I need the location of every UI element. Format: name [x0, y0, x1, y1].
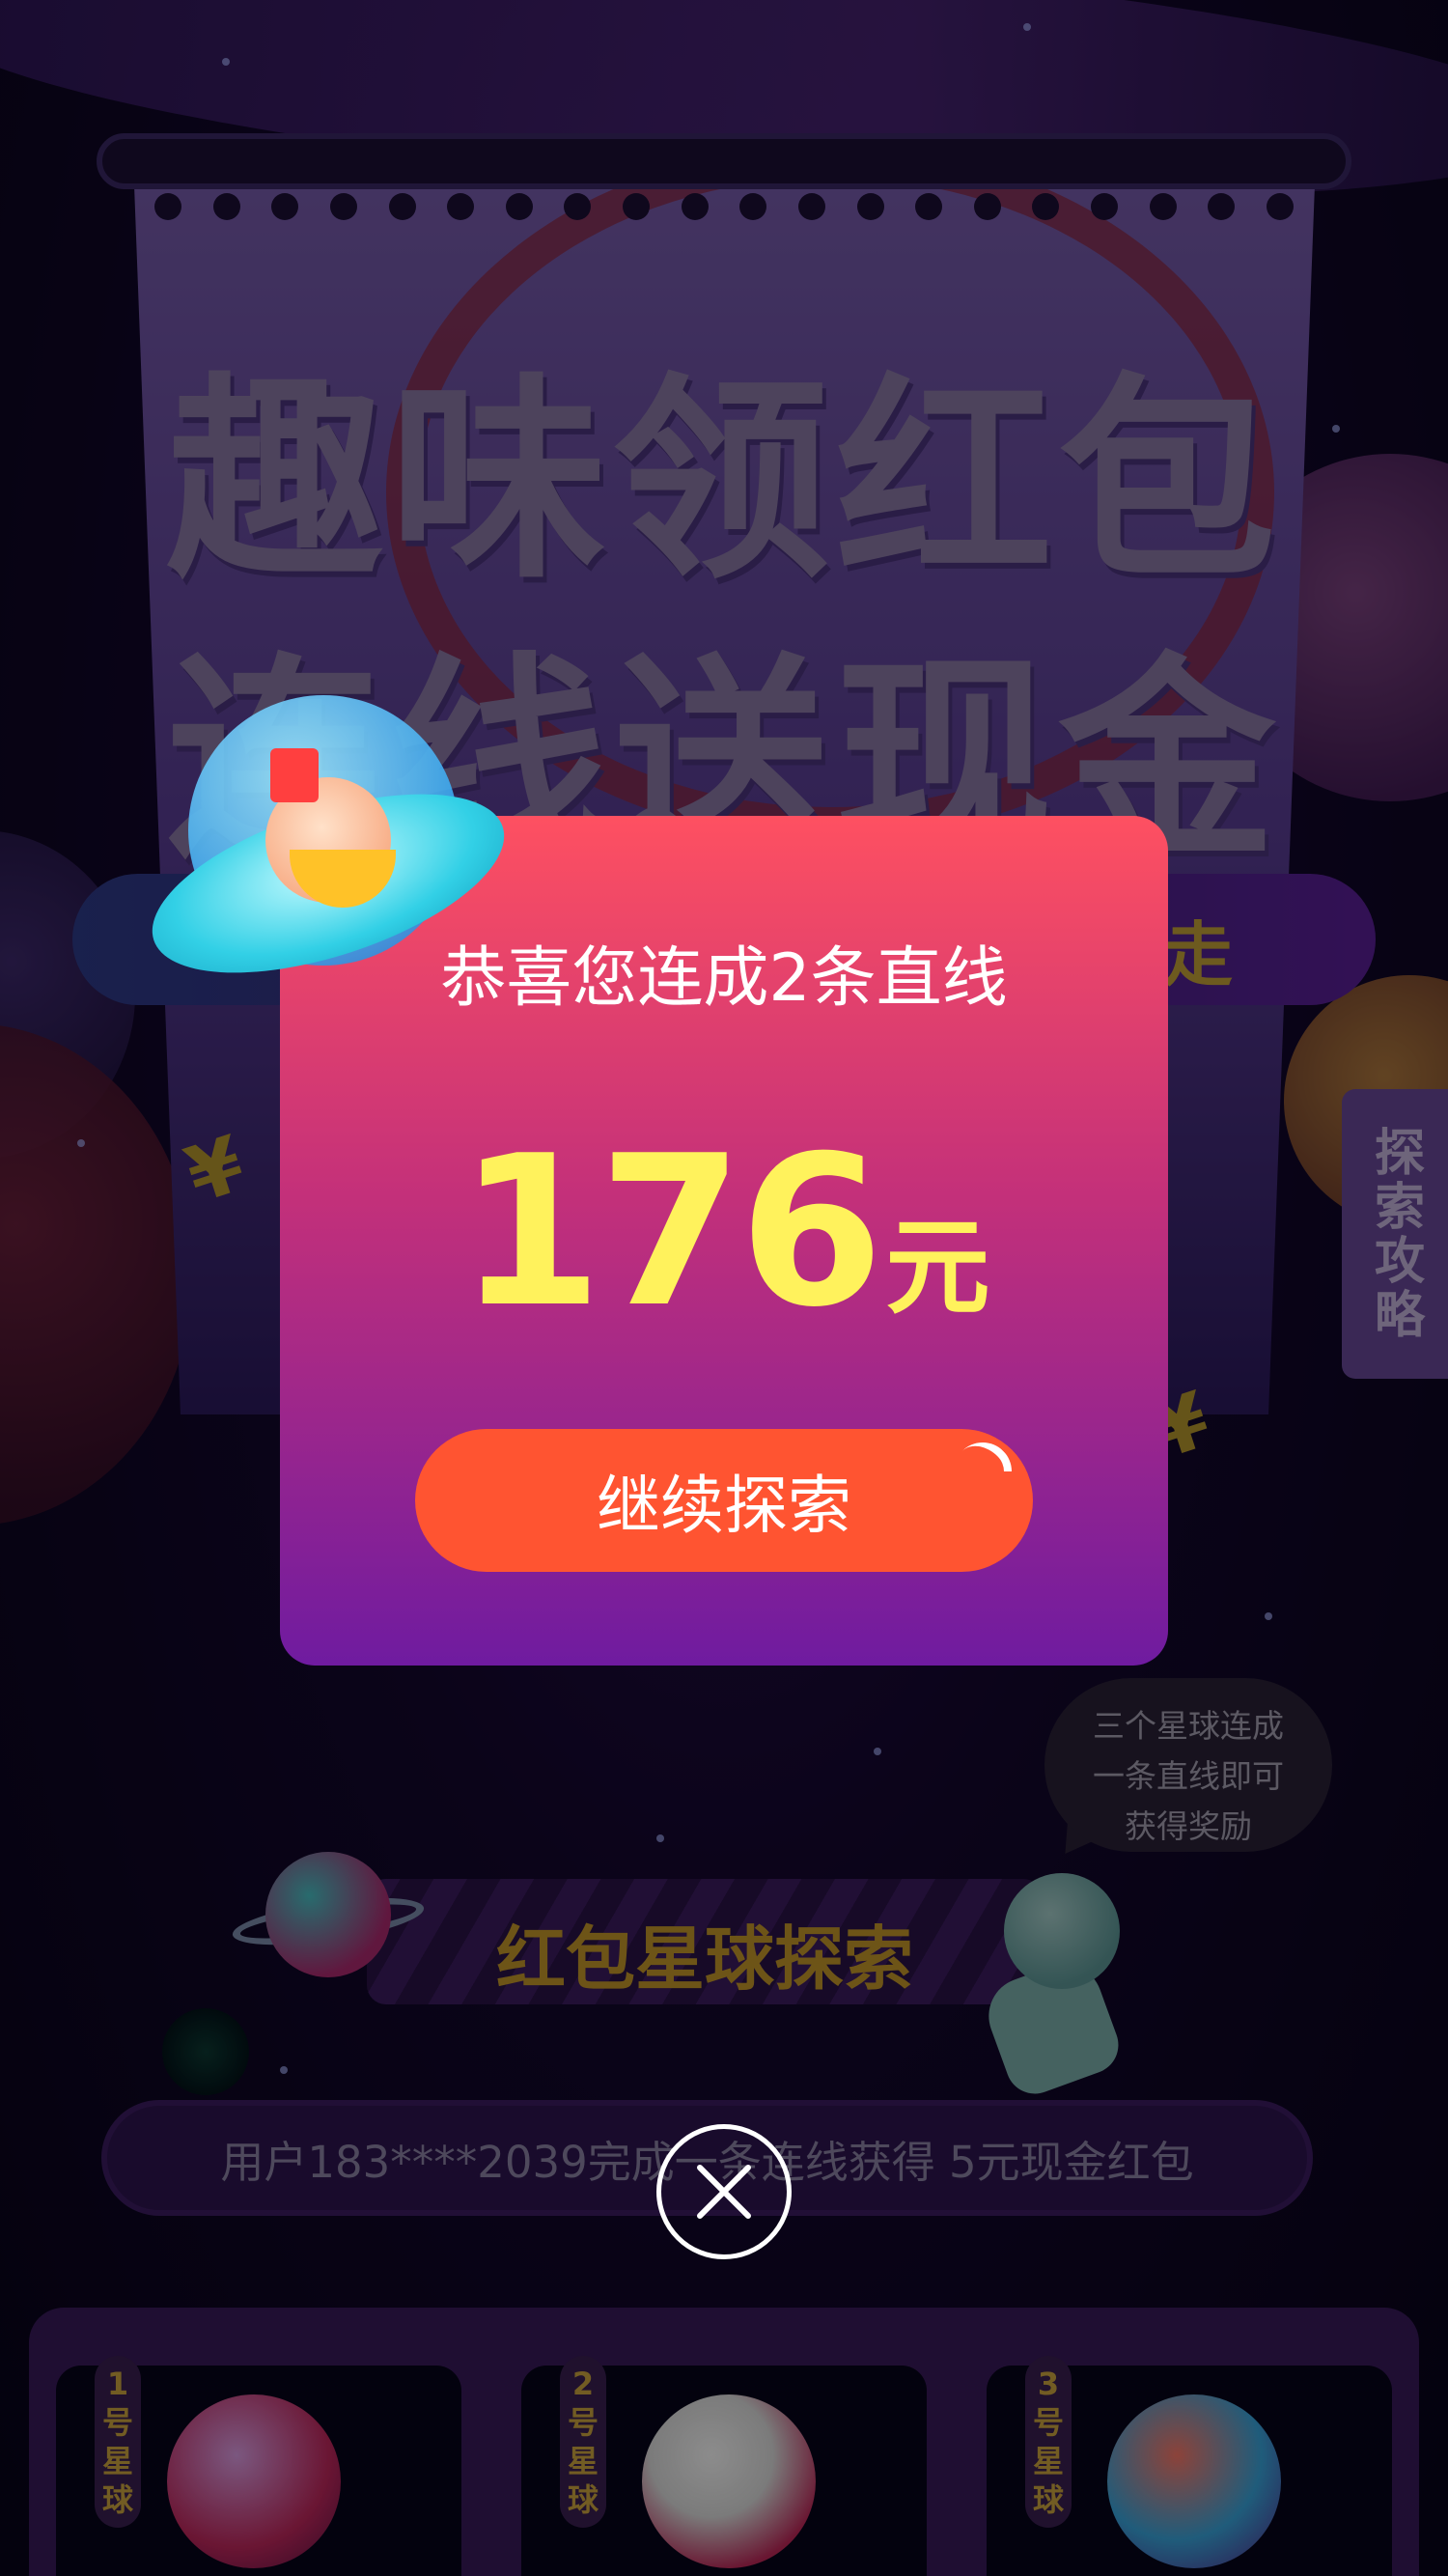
reward-amount-value: 176 [458, 1110, 884, 1353]
reward-amount: 176元 [280, 1110, 1168, 1353]
close-icon [697, 2165, 751, 2219]
reward-amount-unit: 元 [885, 1208, 990, 1329]
ufo-mascot-icon [131, 686, 525, 1010]
page: 趣味领红包 连线送现金 走 ¥ ¥ 探索攻略 三个星球连成 一条直线即可 获得奖… [0, 0, 1448, 2576]
continue-explore-label: 继续探索 [597, 1469, 851, 1543]
continue-explore-button[interactable]: 继续探索 [415, 1429, 1033, 1572]
close-button[interactable] [656, 2124, 792, 2259]
